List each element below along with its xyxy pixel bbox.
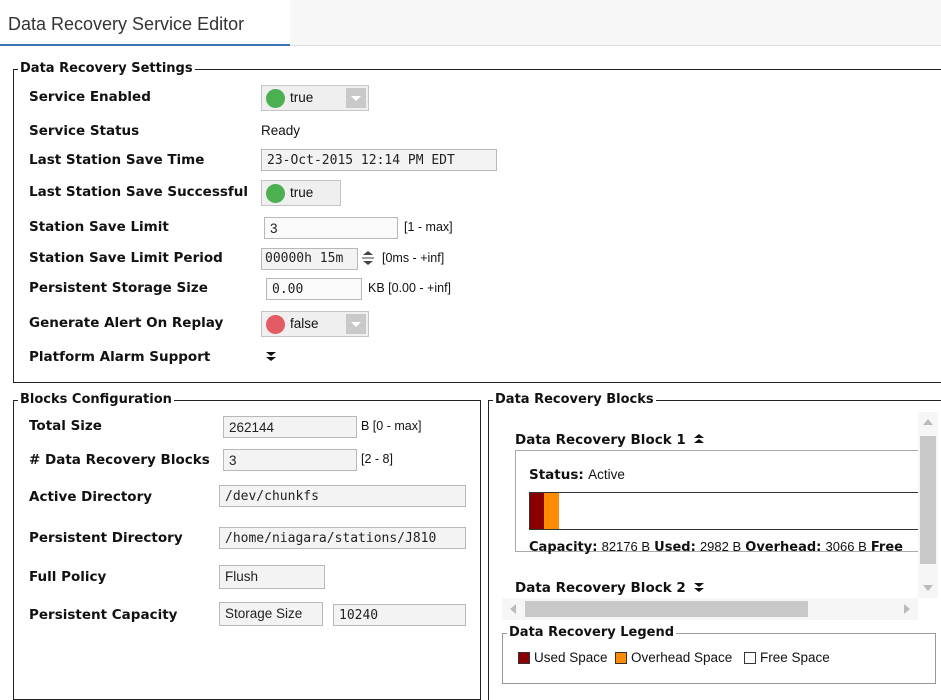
block1-usage-bar — [529, 492, 918, 530]
save-limit-range: [1 - max] — [404, 220, 453, 234]
overhead-segment — [544, 493, 559, 529]
scroll-right-icon[interactable] — [903, 604, 911, 614]
capacity-label: Capacity: — [529, 540, 598, 555]
persistent-dir-label: Persistent Directory — [29, 530, 183, 546]
full-policy-field: Flush — [219, 565, 325, 589]
status-dot-icon — [266, 89, 285, 108]
total-size-range: B [0 - max] — [361, 419, 422, 433]
storage-size-range: KB [0.00 - +inf] — [368, 281, 452, 295]
persistent-capacity-label: Persistent Capacity — [29, 607, 178, 623]
scroll-left-icon[interactable] — [509, 604, 517, 614]
last-save-time-field: 23-Oct-2015 12:14 PM EDT — [261, 149, 497, 171]
free-swatch — [744, 652, 756, 664]
capacity-mode-field: Storage Size — [219, 602, 323, 626]
used-value: 2982 B — [699, 539, 742, 554]
block1-status-label: Status: — [529, 467, 584, 483]
status-dot-icon — [266, 315, 285, 334]
block1-status-value: Active — [588, 467, 625, 482]
block2-title: Data Recovery Block 2 — [515, 580, 686, 596]
last-save-successful-label: Last Station Save Successful — [29, 184, 249, 200]
service-status-value: Ready — [261, 123, 301, 138]
capacity-value-field: 10240 — [333, 604, 466, 626]
tab-data-recovery-service-editor[interactable]: Data Recovery Service Editor — [0, 0, 290, 46]
double-chevron-up-icon[interactable] — [693, 433, 705, 445]
block1-status: Status: Active — [529, 467, 625, 483]
blocks-scroll-panel[interactable]: Data Recovery Block 1 Status: Active Cap… — [502, 412, 918, 598]
settings-legend: Data Recovery Settings — [18, 61, 195, 76]
tab-title: Data Recovery Service Editor — [8, 14, 245, 34]
save-limit-period-range: [0ms - +inf] — [382, 251, 445, 265]
service-enabled-select[interactable]: true — [261, 85, 369, 111]
last-save-successful-badge: true — [261, 180, 341, 206]
capacity-value: 82176 B — [601, 539, 651, 554]
num-blocks-field: 3 — [223, 449, 357, 471]
blocks-legend: Data Recovery Blocks — [493, 392, 656, 407]
service-enabled-value: true — [290, 90, 314, 105]
service-enabled-label: Service Enabled — [29, 89, 151, 105]
storage-size-label: Persistent Storage Size — [29, 280, 208, 296]
legend-used-label: Used Space — [534, 650, 608, 665]
active-dir-field: /dev/chunkfs — [219, 485, 466, 507]
overhead-label: Overhead: — [745, 540, 822, 555]
used-swatch — [518, 652, 530, 664]
alert-on-replay-value: false — [290, 316, 319, 331]
save-limit-input[interactable]: 3 — [264, 217, 398, 239]
persistent-dir-field: /home/niagara/stations/J810 — [219, 527, 466, 549]
legend-free-label: Free Space — [760, 650, 830, 665]
full-policy-label: Full Policy — [29, 569, 107, 585]
block1-title: Data Recovery Block 1 — [515, 432, 686, 448]
save-limit-label: Station Save Limit — [29, 219, 169, 235]
vertical-scroll-thumb[interactable] — [920, 436, 936, 564]
scroll-down-icon[interactable] — [923, 584, 933, 592]
storage-size-input[interactable]: 0.00 — [266, 278, 362, 300]
blocks-config-legend: Blocks Configuration — [18, 392, 174, 407]
total-size-label: Total Size — [29, 418, 102, 434]
double-chevron-down-icon[interactable] — [265, 351, 277, 363]
active-dir-label: Active Directory — [29, 489, 153, 505]
scroll-up-icon[interactable] — [923, 418, 933, 426]
save-limit-period-input[interactable]: 00000h 15m — [261, 248, 358, 270]
block1-panel: Status: Active Capacity: 82176 B Used: 2… — [515, 450, 918, 555]
overhead-swatch — [615, 652, 627, 664]
chevron-down-icon[interactable] — [346, 314, 366, 334]
used-label: Used: — [654, 540, 696, 555]
overhead-value: 3066 B — [825, 539, 867, 554]
save-limit-period-label: Station Save Limit Period — [29, 250, 223, 266]
legend-title: Data Recovery Legend — [507, 625, 677, 640]
total-size-field: 262144 — [223, 416, 357, 438]
block1-capacity-line: Capacity: 82176 B Used: 2982 B Overhead:… — [529, 539, 903, 555]
blocks-config-fieldset — [13, 400, 481, 700]
spinner-icon[interactable] — [361, 250, 375, 266]
alert-on-replay-select[interactable]: false — [261, 311, 369, 337]
alert-on-replay-label: Generate Alert On Replay — [29, 315, 224, 331]
num-blocks-label: # Data Recovery Blocks — [29, 452, 210, 468]
service-status-label: Service Status — [29, 123, 140, 139]
horizontal-scrollbar[interactable] — [502, 598, 918, 620]
vertical-scrollbar[interactable] — [918, 412, 938, 598]
platform-alarm-label: Platform Alarm Support — [29, 349, 211, 365]
chevron-down-icon[interactable] — [346, 88, 366, 108]
double-chevron-down-icon[interactable] — [693, 582, 705, 594]
last-save-time-label: Last Station Save Time — [29, 152, 205, 168]
free-label: Free — [870, 540, 903, 555]
used-segment — [530, 493, 544, 529]
num-blocks-range: [2 - 8] — [361, 452, 393, 466]
status-dot-icon — [266, 184, 285, 203]
horizontal-scroll-thumb[interactable] — [525, 601, 808, 617]
last-save-successful-value: true — [290, 185, 314, 200]
legend-overhead-label: Overhead Space — [631, 650, 733, 665]
